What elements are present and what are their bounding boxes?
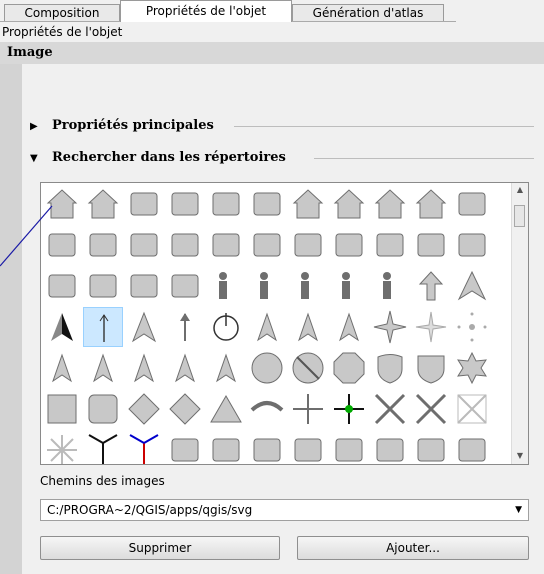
tab-item-properties[interactable]: Propriétés de l'objet — [120, 0, 292, 22]
annotation-leader-line — [0, 205, 53, 267]
